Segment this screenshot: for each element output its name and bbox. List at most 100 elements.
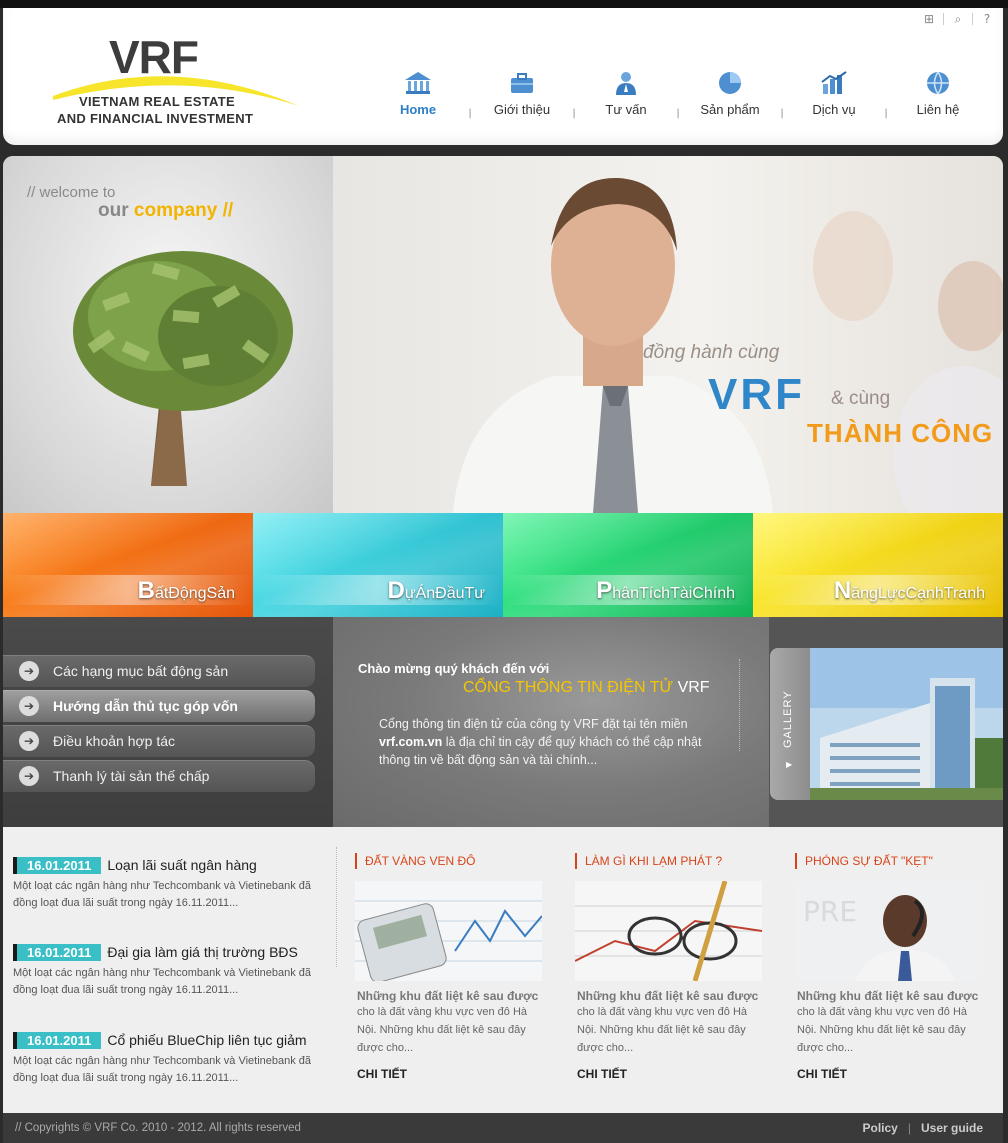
details-link[interactable]: CHI TIẾT [795,1067,985,1081]
news-title[interactable]: Đại gia làm giá thị trường BĐS [107,944,298,960]
details-link[interactable]: CHI TIẾT [355,1067,545,1081]
glasses-documents-image [575,881,762,981]
menu-item-label: Các hạng mục bất động sản [53,663,229,679]
tile-investment-projects[interactable]: DựÁnĐầuTư [253,513,503,617]
tile-label: PhânTíchTàiChính [596,577,735,605]
pie-chart-icon [715,68,745,98]
slogan-brand: VRF [708,370,805,419]
site-footer: // Copyrights © VRF Co. 2010 - 2012. All… [3,1113,1003,1143]
nav-divider: | [676,108,680,119]
hero-banner: // welcome to our company // đồng hành c… [3,156,1003,513]
gallery-tab[interactable]: GALLERY ▶ [770,648,810,800]
menu-item-contribution-guide[interactable]: ➔ Hướng dẫn thủ tục góp vốn [3,690,315,722]
bar-chart-icon [819,68,849,98]
triangle-icon: ▶ [786,760,793,769]
man-on-phone-image: PRE [795,881,982,981]
arrow-right-icon: ➔ [19,731,39,751]
office-building-image [810,648,1003,800]
slogan-line-1: đồng hành cùng [643,342,780,363]
news-item[interactable]: 16.01.2011 Cổ phiếu BlueChip liên tục giả… [13,1030,333,1087]
feature-image[interactable] [355,881,542,981]
businessman-image [453,177,773,513]
gallery-image[interactable] [810,648,1003,800]
news-desc: Một loạt các ngân hàng như Techcombank v… [13,880,312,909]
tile-initial: D [387,577,405,604]
search-icon[interactable]: ⌕ [950,12,966,26]
news-item[interactable]: 16.01.2011 Loạn lãi suất ngân hàng Một lo… [13,855,333,912]
feature-caption: Những khu đất liệt kê sau được [797,989,979,1003]
tile-initial: P [596,577,613,604]
sitemap-icon[interactable]: ⊞ [921,12,937,26]
nav-divider: | [884,108,888,119]
globe-icon [923,68,953,98]
nav-advisory[interactable]: Tư vấn [581,68,671,117]
nav-contact[interactable]: Liên hệ [893,68,983,117]
tile-financial-analysis[interactable]: PhânTíchTàiChính [503,513,753,617]
nav-home[interactable]: Home [373,68,463,117]
portal-heading: CỔNG THÔNG TIN ĐIỆN TỬ VRF [463,679,710,697]
feature-heading[interactable]: PHÓNG SỰ ĐẤT "KẸT" [795,853,985,869]
nav-divider: | [572,108,576,119]
feature-caption: Những khu đất liệt kê sau được [577,989,759,1003]
news-title[interactable]: Cổ phiếu BlueChip liên tục giảm [107,1032,306,1048]
arrow-right-icon: ➔ [19,696,39,716]
menu-item-terms[interactable]: ➔ Điều khoản hợp tác [3,725,315,757]
help-icon[interactable]: ? [979,12,995,26]
slogan-success: THÀNH CÔNG [807,418,994,448]
side-menu-panel: ➔ Các hạng mục bất động sản ➔ Hướng dẫn … [3,617,333,827]
domain-link[interactable]: vrf.com.vn [379,735,442,749]
welcome-divider [739,659,740,751]
feature-image[interactable]: PRE [795,881,982,981]
news-desc: Một loạt các ngân hàng như Techcombank v… [13,1055,312,1084]
slogan-line-3: & cùng [831,388,891,409]
tile-rest: hânTíchTàiChính [612,585,735,602]
user-guide-link[interactable]: User guide [921,1121,983,1135]
feature-column: ĐẤT VÀNG VEN ĐÔ Những khu đất liệt kê sa… [355,853,545,1081]
menu-item-categories[interactable]: ➔ Các hạng mục bất động sản [3,655,315,687]
portal-heading-brand: VRF [677,679,710,696]
category-tiles: BấtĐộngSản DựÁnĐầuTư PhânTíchTàiChính Nă… [3,513,1003,617]
nav-services[interactable]: Dịch vụ [789,68,879,117]
news-date: 16.01.2011 [13,944,102,961]
news-item[interactable]: 16.01.2011 Đại gia làm giá thị trường BĐS… [13,942,333,999]
home-icon [403,68,433,98]
top-strip [0,0,1008,8]
tile-real-estate[interactable]: BấtĐộngSản [3,513,253,617]
arrow-right-icon: ➔ [19,766,39,786]
logo-tagline-2: AND FINANCIAL INVESTMENT [57,111,254,126]
feature-caption: Những khu đất liệt kê sau được [357,989,539,1003]
details-link[interactable]: CHI TIẾT [575,1067,765,1081]
nav-divider: | [780,108,784,119]
nav-divider: | [468,108,472,119]
company-text-a: our [98,200,129,221]
company-text: our company // [98,200,233,222]
nav-label: Giới thiệu [493,102,551,117]
tile-label: BấtĐộngSản [138,577,235,605]
nav-about[interactable]: Giới thiệu [477,68,567,117]
advisor-icon [611,68,641,98]
feature-text: cho là đất vàng khu vực ven đô Hà Nội. N… [577,1006,748,1054]
feature-heading[interactable]: LÀM GÌ KHI LẠM PHÁT ? [575,853,765,869]
nav-products[interactable]: Sản phẩm [685,68,775,117]
nav-label: Sản phẩm [700,102,760,117]
nav-label: Dịch vụ [812,102,856,117]
feature-heading[interactable]: ĐẤT VÀNG VEN ĐÔ [355,853,545,869]
logo-tagline-1: VIETNAM REAL ESTATE [79,94,235,109]
tile-rest: ăngLựcCạnhTranh [851,585,985,602]
copyright: // Copyrights © VRF Co. 2010 - 2012. All… [15,1122,301,1134]
menu-item-label: Thanh lý tài sản thế chấp [53,768,210,784]
footer-divider: | [907,1121,911,1135]
welcome-body-pre: Cổng thông tin điện tử của công ty VRF đ… [379,717,688,731]
logo[interactable]: VRF VIETNAM REAL ESTATE AND FINANCIAL IN… [51,30,301,130]
menu-item-liquidation[interactable]: ➔ Thanh lý tài sản thế chấp [3,760,315,792]
news-title[interactable]: Loạn lãi suất ngân hàng [107,857,256,873]
footer-links: Policy | User guide [863,1121,984,1135]
news-date: 16.01.2011 [13,857,102,874]
tile-initial: N [833,577,852,604]
policy-link[interactable]: Policy [863,1121,898,1135]
feature-image[interactable] [575,881,762,981]
company-text-b: company // [133,200,234,221]
feature-text: cho là đất vàng khu vực ven đô Hà Nội. N… [357,1006,528,1054]
tile-competitiveness[interactable]: NăngLựcCạnhTranh [753,513,1003,617]
tile-label: NăngLựcCạnhTranh [834,577,985,605]
